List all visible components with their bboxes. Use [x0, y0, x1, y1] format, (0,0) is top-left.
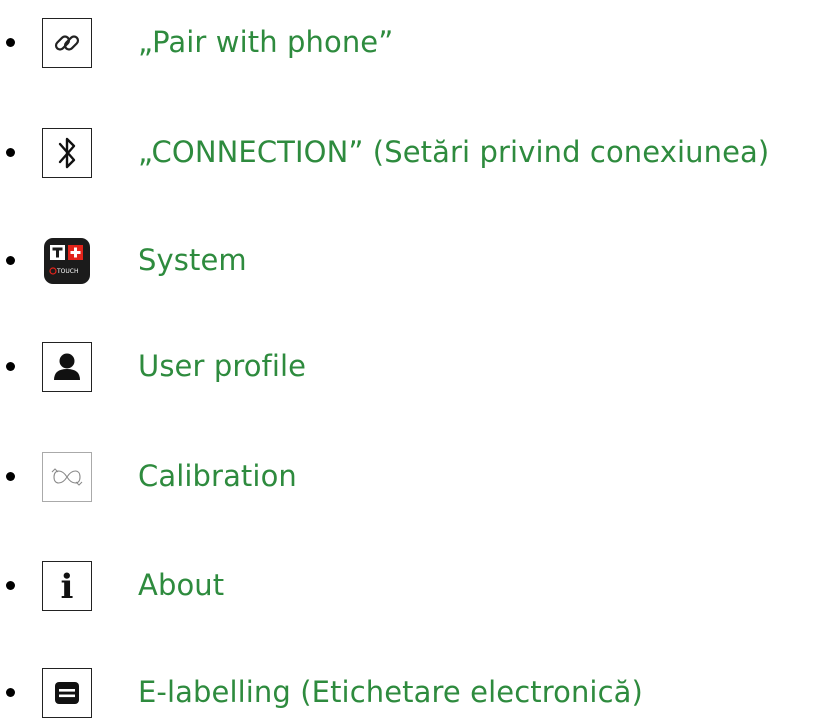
menu-item-label[interactable]: „Pair with phone” [138, 23, 393, 61]
list-bullet [6, 256, 15, 265]
info-icon: i [42, 561, 92, 611]
menu-item-pair-with-phone[interactable]: „Pair with phone” [0, 14, 836, 70]
menu-item-label[interactable]: E-labelling (Etichetare electronică) [138, 673, 643, 711]
menu-item-system[interactable]: TOUCH System [0, 232, 836, 288]
menu-item-about[interactable]: i About [0, 557, 836, 613]
menu-item-e-labelling[interactable]: E-labelling (Etichetare electronică) [0, 664, 836, 720]
menu-item-label[interactable]: About [138, 566, 224, 604]
menu-item-label[interactable]: „CONNECTION” (Setări privind conexiunea) [138, 133, 769, 171]
settings-menu-list: „Pair with phone” „CONNECTION” (Setări p… [0, 0, 836, 720]
link-icon [42, 18, 92, 68]
menu-item-label[interactable]: Calibration [138, 457, 297, 495]
menu-item-label[interactable]: User profile [138, 347, 306, 385]
info-icon-glyph: i [61, 567, 74, 605]
menu-item-label[interactable]: System [138, 241, 247, 279]
calibration-icon [42, 452, 92, 502]
bluetooth-icon [42, 128, 92, 178]
list-bullet [6, 688, 15, 697]
menu-item-connection[interactable]: „CONNECTION” (Setări privind conexiunea) [0, 124, 836, 180]
list-bullet [6, 362, 15, 371]
menu-item-user-profile[interactable]: User profile [0, 338, 836, 394]
list-bullet [6, 148, 15, 157]
user-profile-icon [42, 342, 92, 392]
list-bullet [6, 38, 15, 47]
list-bullet [6, 472, 15, 481]
list-bullet [6, 581, 15, 590]
e-label-icon [42, 668, 92, 718]
app-icon-text: TOUCH [56, 268, 78, 275]
t-touch-app-icon: TOUCH [42, 236, 92, 286]
menu-item-calibration[interactable]: Calibration [0, 448, 836, 504]
